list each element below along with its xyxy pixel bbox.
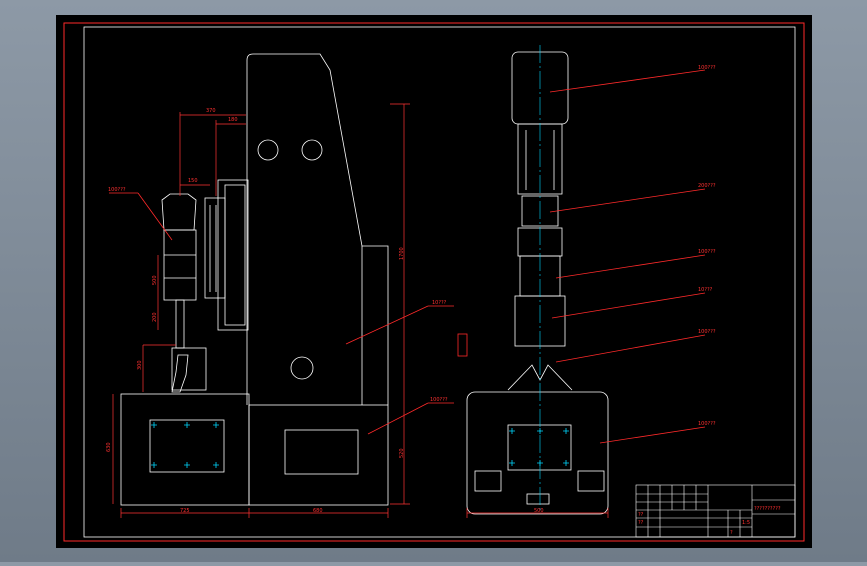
- callout-base-right: 100???: [698, 421, 716, 427]
- callout-linkage: 100???: [698, 329, 716, 335]
- title-block-scale: 1:5: [742, 520, 750, 526]
- dim-upper-height: 500: [152, 275, 158, 285]
- callout-clamp: 10???: [698, 287, 713, 293]
- callout-gear-motor: 100???: [108, 187, 126, 193]
- cad-viewport: 370 180 150 1700 500 200 300 630 520 725…: [0, 0, 867, 562]
- dim-top-outer: 370: [206, 108, 216, 114]
- callout-drive-unit: 100???: [698, 249, 716, 255]
- cad-drawing: 370 180 150 1700 500 200 300 630 520 725…: [56, 15, 812, 548]
- dim-total-height: 1700: [399, 247, 405, 260]
- title-block-designer: ??: [638, 512, 644, 518]
- callout-motor-housing: 100???: [698, 65, 716, 71]
- title-block-sheet: ?: [730, 530, 733, 536]
- callout-base-left: 100???: [430, 397, 448, 403]
- dim-lower-height: 200: [152, 312, 158, 322]
- title-block-checker: ??: [638, 520, 644, 526]
- dim-left-base: 630: [106, 442, 112, 452]
- title-block-title: ??????????: [754, 506, 781, 512]
- callout-spindle-motor: 200???: [698, 183, 716, 189]
- dim-bottom-right: 680: [313, 508, 323, 514]
- dim-base-height: 520: [399, 448, 405, 458]
- dim-bottom-left: 725: [180, 508, 190, 514]
- callout-column-body: 10???: [432, 300, 447, 306]
- dim-top-inner: 180: [228, 117, 238, 123]
- dim-clamp-height: 300: [137, 360, 143, 370]
- dim-head-width: 150: [188, 178, 198, 184]
- drawing-sheet: [56, 15, 812, 548]
- dim-right-view-width: 500: [534, 508, 544, 514]
